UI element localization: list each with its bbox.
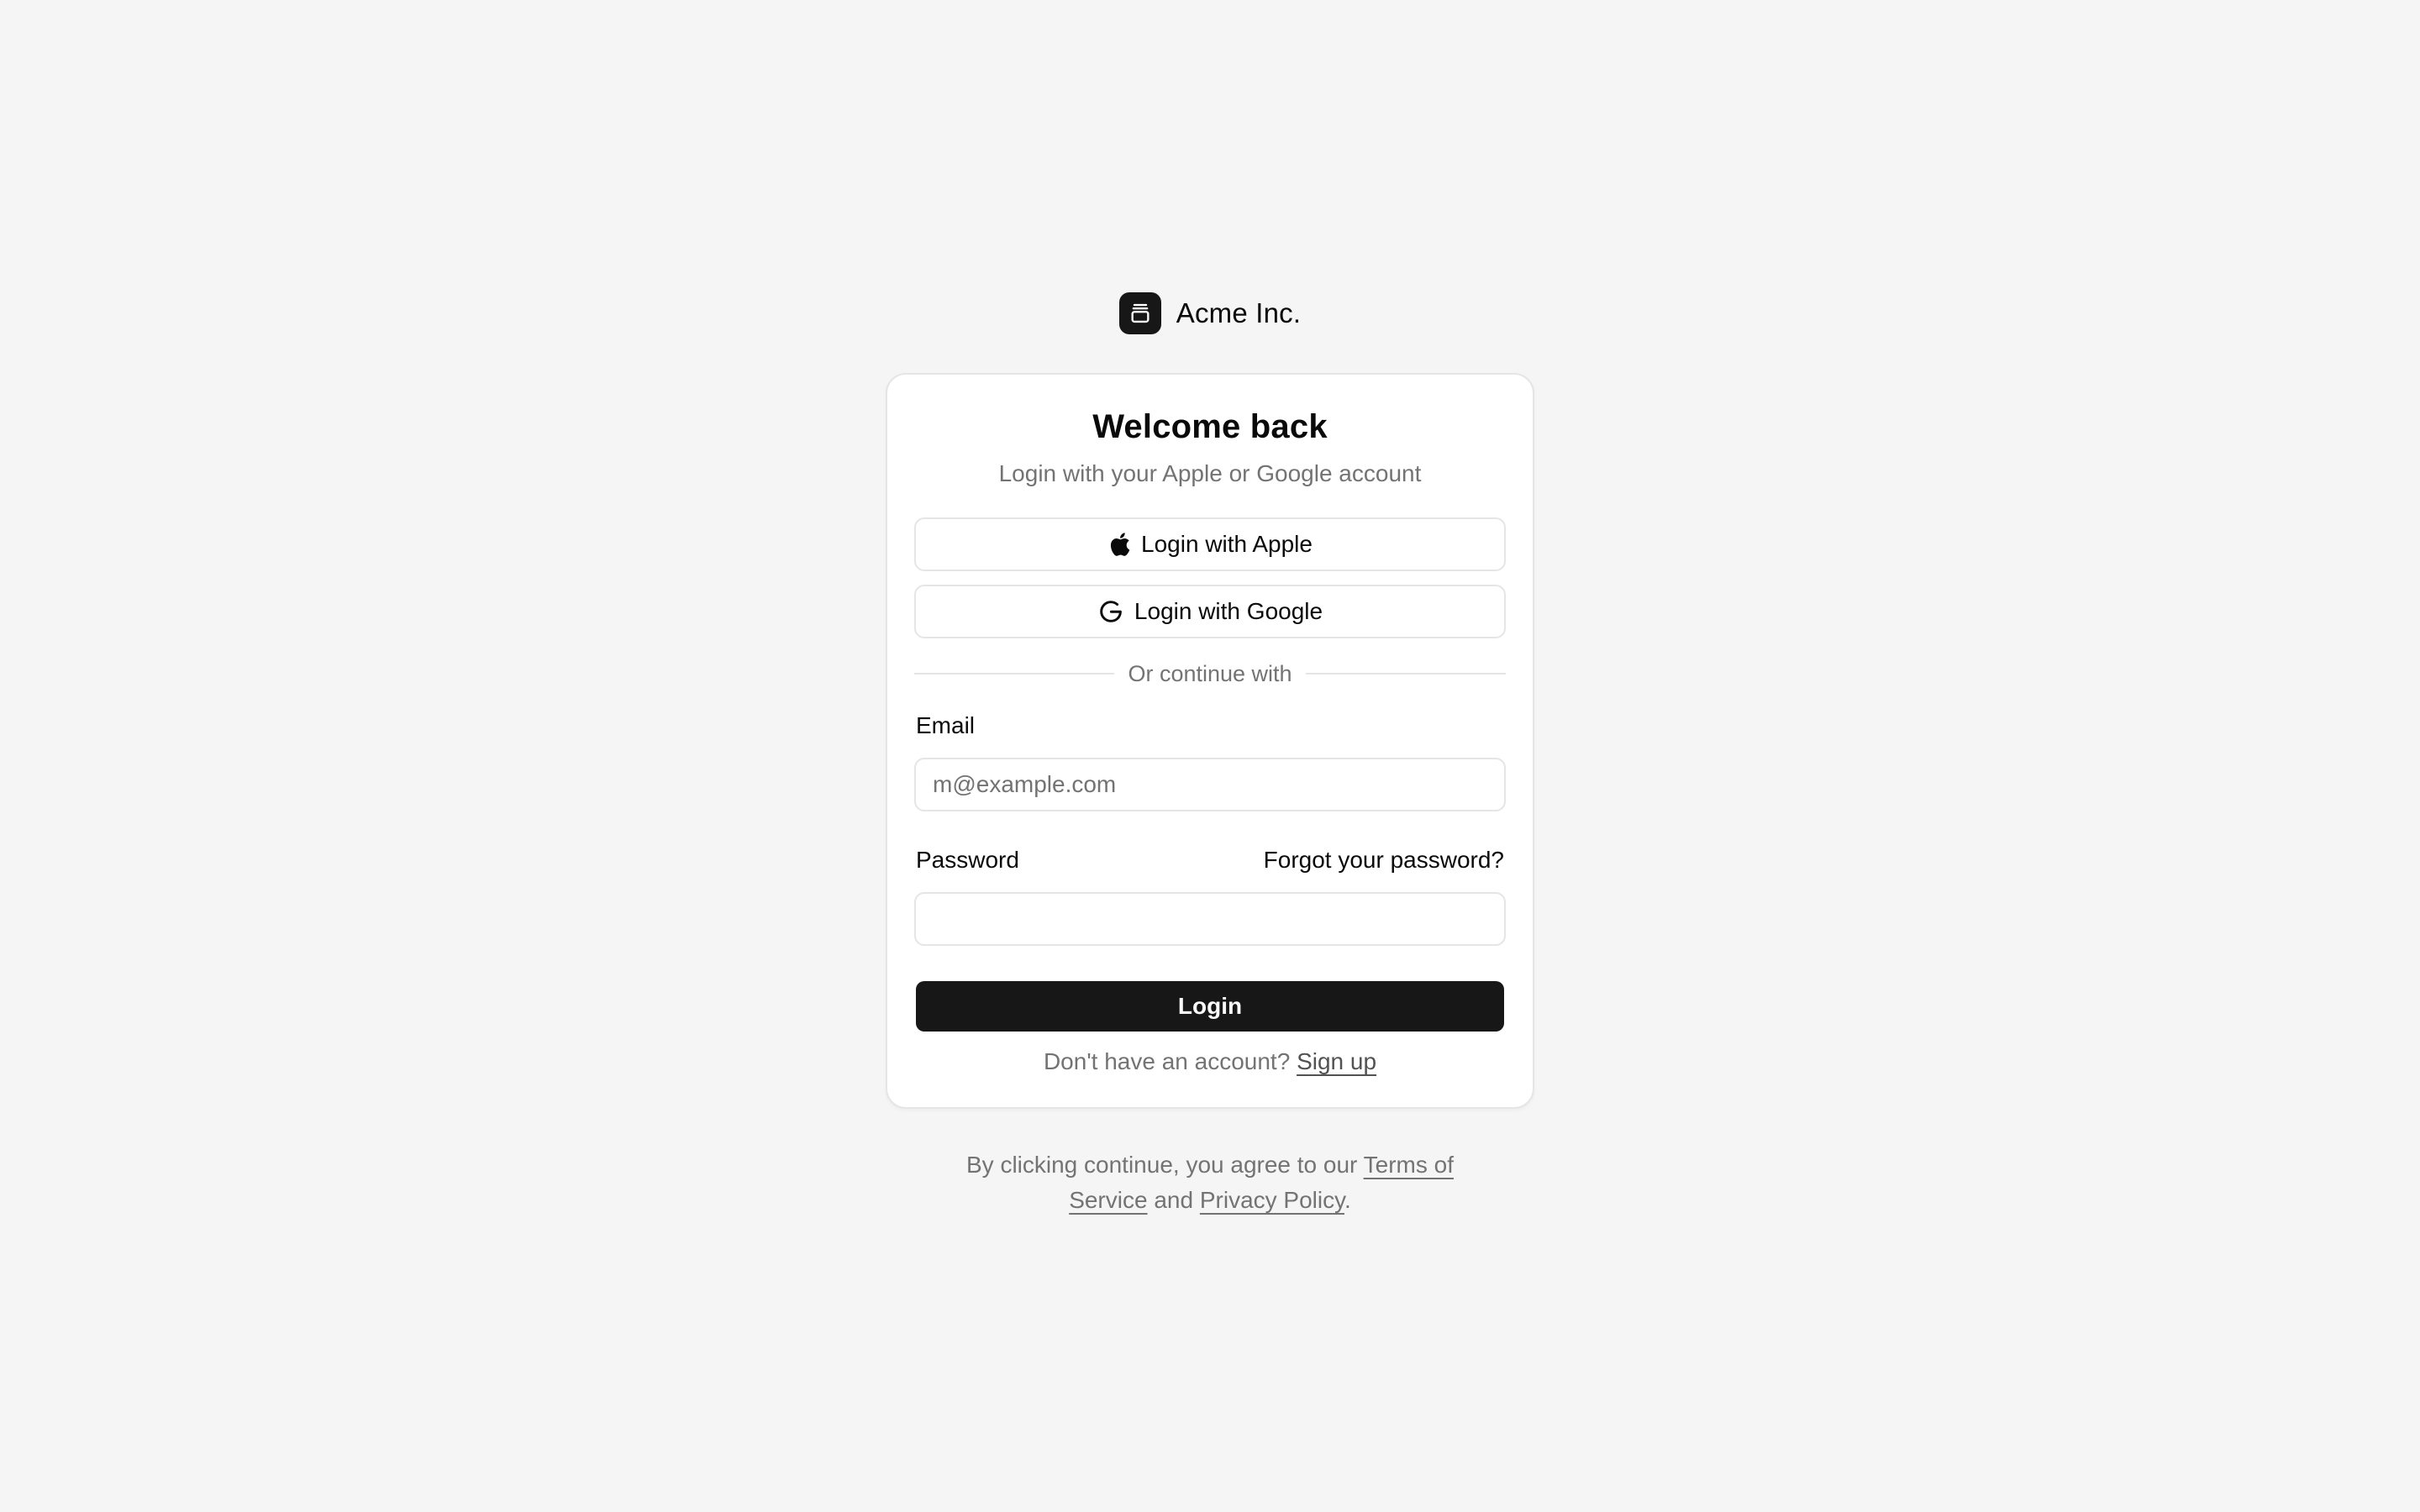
login-with-apple-button[interactable]: Login with Apple [914, 517, 1506, 571]
email-label: Email [916, 712, 976, 738]
password-label: Password [916, 847, 1019, 873]
google-icon [1097, 598, 1124, 625]
login-page: Acme Inc. Welcome back Login with your A… [0, 0, 2420, 1512]
email-field[interactable] [914, 758, 1506, 811]
terms-suffix: . [1344, 1187, 1351, 1213]
apple-icon [1107, 531, 1131, 558]
login-card: Welcome back Login with your Apple or Go… [886, 373, 1534, 1109]
signup-row: Don't have an account? Sign up [887, 1048, 1533, 1075]
forgot-password-link[interactable]: Forgot your password? [1264, 847, 1504, 874]
login-button[interactable]: Login [916, 981, 1504, 1032]
card-title: Welcome back [1092, 408, 1328, 445]
brand-header: Acme Inc. [0, 292, 2420, 334]
apple-button-label: Login with Apple [1141, 531, 1313, 557]
divider-line-left [914, 673, 1115, 675]
signup-prompt: Don't have an account? [1043, 1048, 1291, 1074]
sign-up-link[interactable]: Sign up [1297, 1048, 1376, 1074]
terms-middle: and [1154, 1187, 1194, 1213]
password-field[interactable] [914, 892, 1506, 946]
google-button-label: Login with Google [1134, 598, 1323, 624]
or-divider: Or continue with [914, 659, 1506, 689]
card-subtitle: Login with your Apple or Google account [998, 460, 1422, 486]
gallery-stack-icon [1118, 292, 1161, 334]
brand-name: Acme Inc. [1176, 297, 1302, 328]
divider-text: Or continue with [1128, 660, 1292, 686]
login-with-google-button[interactable]: Login with Google [914, 585, 1506, 638]
terms-prefix: By clicking continue, you agree to our [965, 1152, 1358, 1178]
divider-line-right [1305, 673, 1506, 675]
privacy-policy-link[interactable]: Privacy Policy [1200, 1187, 1344, 1213]
terms-notice: By clicking continue, you agree to our T… [950, 1147, 1470, 1218]
